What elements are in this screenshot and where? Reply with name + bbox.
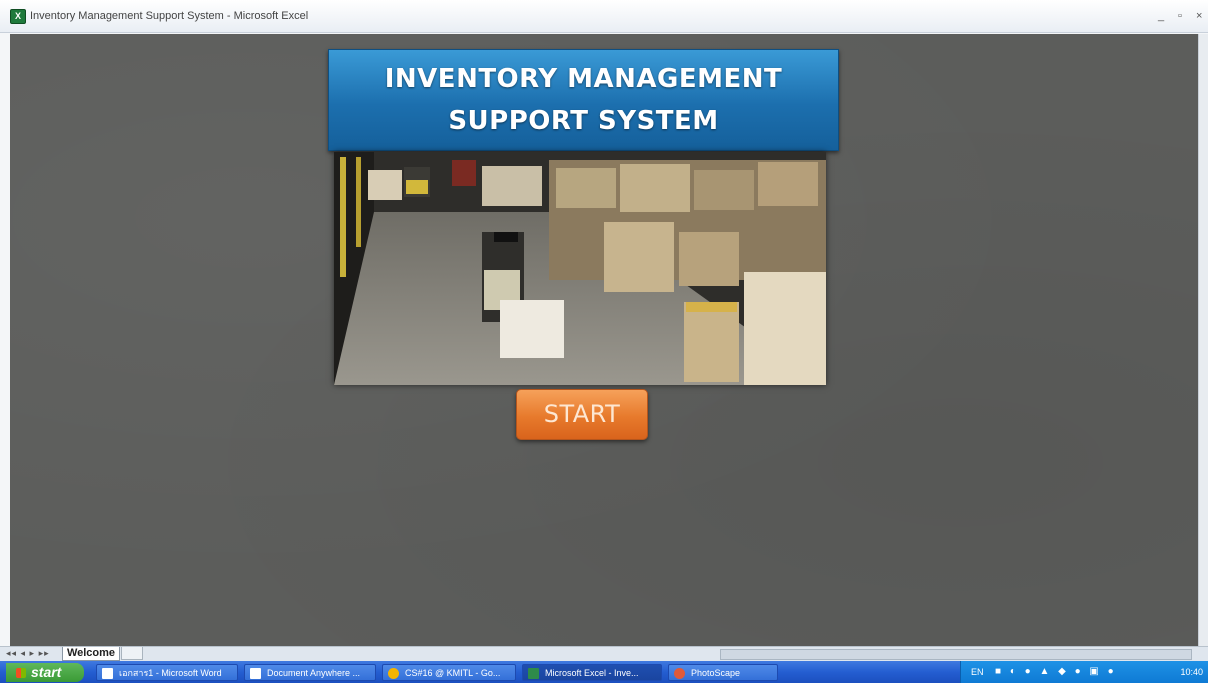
warehouse-photo bbox=[334, 152, 826, 385]
excel-taskbar-icon bbox=[528, 668, 539, 679]
windows-taskbar: start เอกสาร1 - Microsoft Word Document … bbox=[0, 661, 1208, 683]
banner-title-line-1: INVENTORY MANAGEMENT bbox=[384, 64, 783, 94]
taskbar-item-chrome[interactable]: CS#16 @ KMITL - Go... bbox=[382, 664, 516, 681]
start-menu-button[interactable]: start bbox=[6, 663, 84, 682]
chrome-icon bbox=[388, 668, 399, 679]
photoscape-icon bbox=[674, 668, 685, 679]
vertical-scrollbar[interactable] bbox=[1198, 34, 1208, 646]
start-label: start bbox=[31, 664, 62, 680]
document-icon bbox=[250, 668, 261, 679]
taskbar-item-label: Document Anywhere ... bbox=[267, 668, 361, 678]
minimize-button[interactable]: _ bbox=[1158, 10, 1164, 22]
taskbar-item-label: PhotoScape bbox=[691, 668, 741, 678]
close-button[interactable]: × bbox=[1196, 10, 1202, 22]
taskbar-item-label: Microsoft Excel - Inve... bbox=[545, 668, 639, 678]
taskbar-item-word[interactable]: เอกสาร1 - Microsoft Word bbox=[96, 664, 238, 681]
excel-icon: X bbox=[10, 9, 26, 24]
window-title: Inventory Management Support System - Mi… bbox=[30, 10, 309, 22]
taskbar-item-excel[interactable]: Microsoft Excel - Inve... bbox=[522, 664, 662, 681]
insert-sheet-tab[interactable] bbox=[121, 647, 143, 660]
taskbar-item-label: CS#16 @ KMITL - Go... bbox=[405, 668, 501, 678]
taskbar-item-photoscape[interactable]: PhotoScape bbox=[668, 664, 778, 681]
banner-title-line-2: SUPPORT SYSTEM bbox=[448, 106, 719, 136]
restore-button[interactable]: ▫ bbox=[1178, 10, 1182, 22]
start-button[interactable]: START bbox=[516, 389, 648, 440]
sheet-navigation-arrows[interactable]: ◂◂ ◂ ▸ ▸▸ bbox=[6, 648, 50, 659]
window-title-bar: X Inventory Management Support System - … bbox=[0, 0, 1208, 33]
windows-logo-icon bbox=[16, 668, 26, 679]
warehouse-illustration bbox=[334, 152, 826, 385]
sheet-tab-welcome[interactable]: Welcome bbox=[62, 647, 120, 661]
clock: 10:40 bbox=[1180, 667, 1203, 677]
taskbar-item-document-anywhere[interactable]: Document Anywhere ... bbox=[244, 664, 376, 681]
title-banner: INVENTORY MANAGEMENT SUPPORT SYSTEM bbox=[328, 49, 839, 151]
tray-icons[interactable]: ■ ◐ ● ▲ ◆ ● ▣ ● bbox=[995, 666, 1117, 677]
language-indicator[interactable]: EN bbox=[971, 667, 984, 677]
sheet-tab-bar: ◂◂ ◂ ▸ ▸▸ Welcome bbox=[0, 646, 1208, 661]
horizontal-scrollbar[interactable] bbox=[720, 649, 1192, 660]
system-tray: EN ■ ◐ ● ▲ ◆ ● ▣ ● 10:40 bbox=[960, 661, 1208, 683]
word-document-icon bbox=[102, 668, 113, 679]
taskbar-item-label: เอกสาร1 - Microsoft Word bbox=[119, 668, 222, 678]
